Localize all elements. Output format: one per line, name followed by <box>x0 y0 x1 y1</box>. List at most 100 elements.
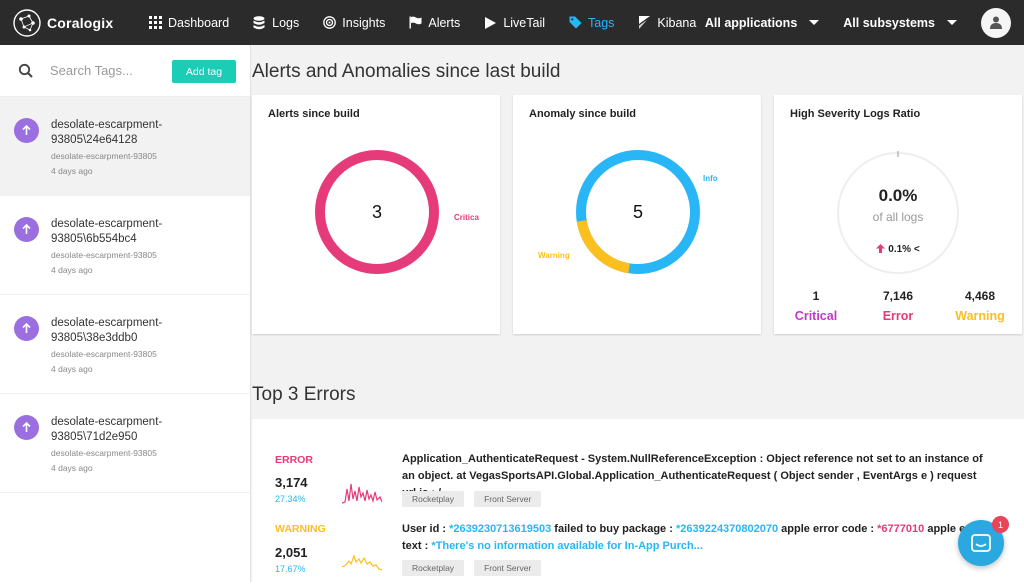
tag-age: 4 days ago <box>51 463 93 473</box>
top-errors-panel: ERROR 3,174 27.34% Application_Authentic… <box>252 419 1024 582</box>
error-count: 3,174 <box>275 475 308 490</box>
applications-dropdown[interactable]: All applications <box>704 15 820 30</box>
alerts-donut-chart: Critica 3 <box>315 150 479 274</box>
tag-upload-icon <box>14 415 39 440</box>
tag-name: desolate-escarpment- 93805\24e64128 <box>51 119 163 146</box>
errors-section-title: Top 3 Errors <box>252 384 356 405</box>
database-icon <box>252 15 266 30</box>
high-severity-ratio-card: High Severity Logs Ratio 0.0% of all log… <box>774 95 1022 334</box>
chip-application[interactable]: Rocketplay <box>402 491 465 507</box>
anomaly-total: 5 <box>633 202 643 222</box>
chat-icon <box>971 534 991 552</box>
tag-name: desolate-escarpment- 93805\6b554bc4 <box>51 218 163 245</box>
stat-error: 7,146 Error <box>868 289 928 323</box>
tag-name: desolate-escarpment- 93805\38e3ddb0 <box>51 317 163 344</box>
tag-subsystem: desolate-escarpment-93805 <box>51 349 157 359</box>
error-level: ERROR <box>275 454 313 466</box>
severity-ratio-value: 0.0% <box>878 186 918 205</box>
error-percent: 27.34% <box>275 494 306 504</box>
tag-list-item[interactable]: desolate-escarpment- 93805\71d2e950 desol… <box>0 394 250 493</box>
tag-list-item[interactable]: desolate-escarpment- 93805\38e3ddb0 desol… <box>0 295 250 394</box>
donut-label-critical: Critica <box>454 213 479 222</box>
tag-subsystem: desolate-escarpment-93805 <box>51 448 157 458</box>
stat-critical-label: Critical <box>794 309 838 323</box>
brand-name: Coralogix <box>47 14 114 31</box>
tag-age: 4 days ago <box>51 364 93 374</box>
chevron-down-icon <box>947 20 957 25</box>
search-icon <box>18 63 33 78</box>
severity-trend: 0.1% < <box>774 244 1022 255</box>
stat-warning-label: Warning <box>955 309 1005 323</box>
severity-ratio-subtitle: of all logs <box>872 210 924 224</box>
warning-tags: Rocketplay Front Server <box>402 560 551 576</box>
chip-application[interactable]: Rocketplay <box>402 560 465 576</box>
tag-subsystem: desolate-escarpment-93805 <box>51 250 157 260</box>
nav-dashboard[interactable]: Dashboard <box>148 16 229 30</box>
chip-subsystem[interactable]: Front Server <box>474 560 542 576</box>
stat-critical-value: 1 <box>812 289 820 303</box>
nav-alerts-label: Alerts <box>428 15 461 30</box>
tag-upload-icon <box>14 316 39 341</box>
tag-search-input[interactable] <box>50 63 150 78</box>
brand-logo[interactable]: Coralogix <box>12 8 136 38</box>
chat-notification-badge: 1 <box>992 516 1009 533</box>
warning-sparkline <box>342 554 382 571</box>
applications-dropdown-label: All applications <box>704 15 798 30</box>
nav-tags-label: Tags <box>588 15 615 30</box>
nav-dashboard-label: Dashboard <box>168 15 230 30</box>
nav-alerts[interactable]: Alerts <box>408 16 460 30</box>
stat-warning-value: 4,468 <box>964 289 996 303</box>
donut-segment-warning[interactable] <box>576 219 631 274</box>
tag-upload-icon <box>14 118 39 143</box>
alerts-since-build-card: Alerts since build Critica 3 <box>252 95 500 334</box>
error-sparkline <box>342 483 382 504</box>
nav-livetail[interactable]: LiveTail <box>483 16 545 30</box>
grid-icon <box>148 16 162 30</box>
play-icon <box>483 16 497 30</box>
nav-livetail-label: LiveTail <box>503 15 545 30</box>
warning-level: WARNING <box>275 523 326 535</box>
target-icon <box>322 16 336 30</box>
tag-icon <box>568 16 582 30</box>
user-icon <box>990 16 1002 29</box>
nav-logs-label: Logs <box>272 15 300 30</box>
nav-tags[interactable]: Tags <box>568 16 614 30</box>
tag-subsystem: desolate-escarpment-93805 <box>51 151 157 161</box>
kibana-icon <box>637 16 651 30</box>
top-navbar: Coralogix Dashboard Logs Insights Alerts <box>0 0 1024 45</box>
warning-message: User id : *2639230713619503 failed to bu… <box>402 523 966 552</box>
tag-age: 4 days ago <box>51 166 93 176</box>
donut-label-info: Info <box>703 174 718 183</box>
user-avatar[interactable] <box>981 7 1011 38</box>
stat-error-label: Error <box>882 309 914 323</box>
stat-warning: 4,468 Warning <box>950 289 1010 323</box>
arrow-up-icon <box>876 244 886 253</box>
anomaly-donut-chart: Info Warning 5 <box>538 150 718 274</box>
add-tag-button[interactable]: Add tag <box>172 60 236 83</box>
donut-label-warning: Warning <box>538 251 570 260</box>
chip-subsystem[interactable]: Front Server <box>474 491 542 507</box>
nav-kibana[interactable]: Kibana <box>637 16 696 30</box>
stat-critical: 1 Critical <box>786 289 846 323</box>
nav-insights[interactable]: Insights <box>322 16 385 30</box>
chevron-down-icon <box>809 20 820 25</box>
stat-error-value: 7,146 <box>882 289 914 303</box>
tag-name: desolate-escarpment- 93805\71d2e950 <box>51 416 163 443</box>
tag-upload-icon <box>14 217 39 242</box>
subsystems-dropdown-label: All subsystems <box>843 15 935 30</box>
nav-logs[interactable]: Logs <box>252 16 299 30</box>
flag-icon <box>408 16 422 30</box>
warning-percent: 17.67% <box>275 564 306 574</box>
alerts-section-title: Alerts and Anomalies since last build <box>252 61 561 82</box>
coralogix-logo-icon <box>13 8 41 37</box>
nav-kibana-label: Kibana <box>657 15 697 30</box>
tags-sidebar: Add tag desolate-escarpment-93805\24e641… <box>0 45 251 582</box>
warning-count: 2,051 <box>275 545 308 560</box>
error-tags: Rocketplay Front Server <box>402 491 551 507</box>
tag-list-item[interactable]: desolate-escarpment- 93805\6b554bc4 desol… <box>0 196 250 295</box>
tag-list-item[interactable]: desolate-escarpment- 93805\24e64128 desol… <box>0 97 250 196</box>
subsystems-dropdown[interactable]: All subsystems <box>843 16 957 30</box>
alerts-total: 3 <box>372 202 382 222</box>
anomaly-since-build-card: Anomaly since build Info Warning 5 <box>513 95 761 334</box>
tag-search-bar: Add tag <box>0 45 250 97</box>
